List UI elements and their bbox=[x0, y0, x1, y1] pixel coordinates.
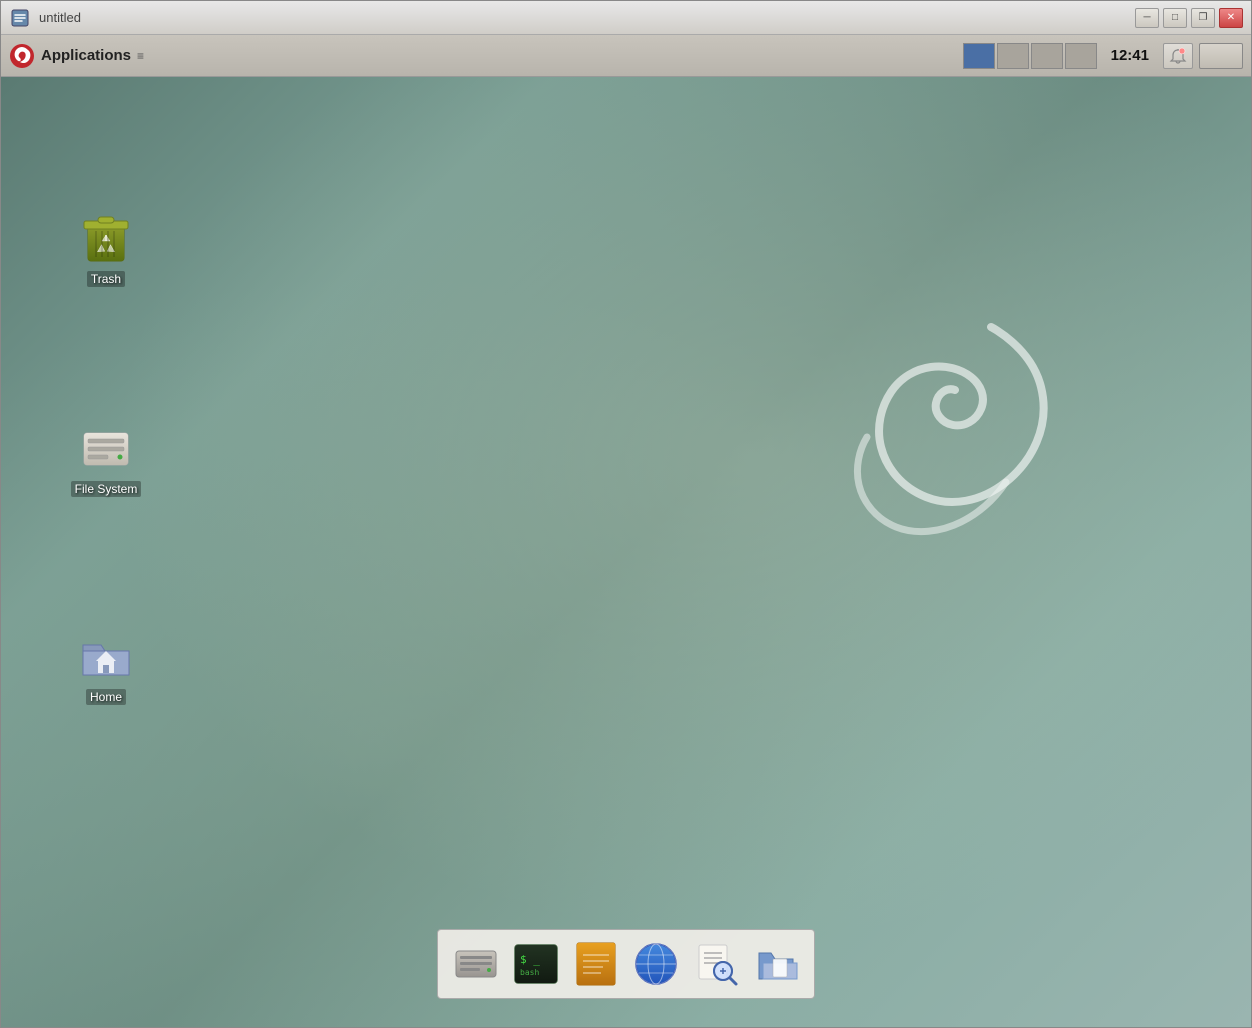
trash-icon-image bbox=[78, 211, 134, 267]
svg-text:$ _: $ _ bbox=[520, 953, 540, 966]
home-icon[interactable]: Home bbox=[61, 625, 151, 709]
user-menu-button[interactable] bbox=[1199, 43, 1243, 69]
dock-browser[interactable] bbox=[630, 938, 682, 990]
dock-files[interactable] bbox=[750, 938, 802, 990]
svg-text:bash: bash bbox=[520, 968, 539, 977]
notification-icon[interactable] bbox=[1163, 43, 1193, 69]
restore-button[interactable]: ❐ bbox=[1191, 8, 1215, 28]
workspace-2[interactable] bbox=[997, 43, 1029, 69]
workspace-3[interactable] bbox=[1031, 43, 1063, 69]
home-label: Home bbox=[86, 689, 126, 705]
close-button[interactable]: ✕ bbox=[1219, 8, 1243, 28]
filesystem-icon-image bbox=[78, 421, 134, 477]
debian-logo[interactable] bbox=[9, 43, 35, 69]
dock-viewer[interactable] bbox=[690, 938, 742, 990]
workspace-4[interactable] bbox=[1065, 43, 1097, 69]
panel-menu-icon[interactable]: ≡ bbox=[137, 49, 144, 63]
top-panel: Applications ≡ 12:41 bbox=[1, 35, 1251, 77]
dock-terminal[interactable]: $ _ bash bbox=[510, 938, 562, 990]
trash-label: Trash bbox=[87, 271, 125, 287]
minimize-button[interactable]: ─ bbox=[1135, 8, 1159, 28]
title-bar-left: untitled bbox=[9, 7, 81, 29]
debian-swirl-watermark bbox=[831, 297, 1091, 597]
bottom-dock: $ _ bash bbox=[437, 929, 815, 999]
workspace-1[interactable] bbox=[963, 43, 995, 69]
window-menu-icon[interactable] bbox=[9, 7, 31, 29]
window-title: untitled bbox=[39, 10, 81, 25]
filesystem-icon[interactable]: File System bbox=[61, 417, 151, 501]
maximize-button[interactable]: □ bbox=[1163, 8, 1187, 28]
desktop: Trash bbox=[1, 77, 1251, 1027]
dock-notes[interactable] bbox=[570, 938, 622, 990]
home-icon-image bbox=[78, 629, 134, 685]
window-chrome: untitled ─ □ ❐ ✕ Applications ≡ 12: bbox=[0, 0, 1252, 1028]
title-bar-buttons: ─ □ ❐ ✕ bbox=[1135, 8, 1243, 28]
trash-icon[interactable]: Trash bbox=[61, 207, 151, 291]
title-bar: untitled ─ □ ❐ ✕ bbox=[1, 1, 1251, 35]
panel-clock[interactable]: 12:41 bbox=[1103, 47, 1157, 64]
applications-menu[interactable]: Applications bbox=[41, 47, 131, 64]
dock-drive[interactable] bbox=[450, 938, 502, 990]
workspace-switcher bbox=[963, 43, 1097, 69]
filesystem-label: File System bbox=[71, 481, 142, 497]
